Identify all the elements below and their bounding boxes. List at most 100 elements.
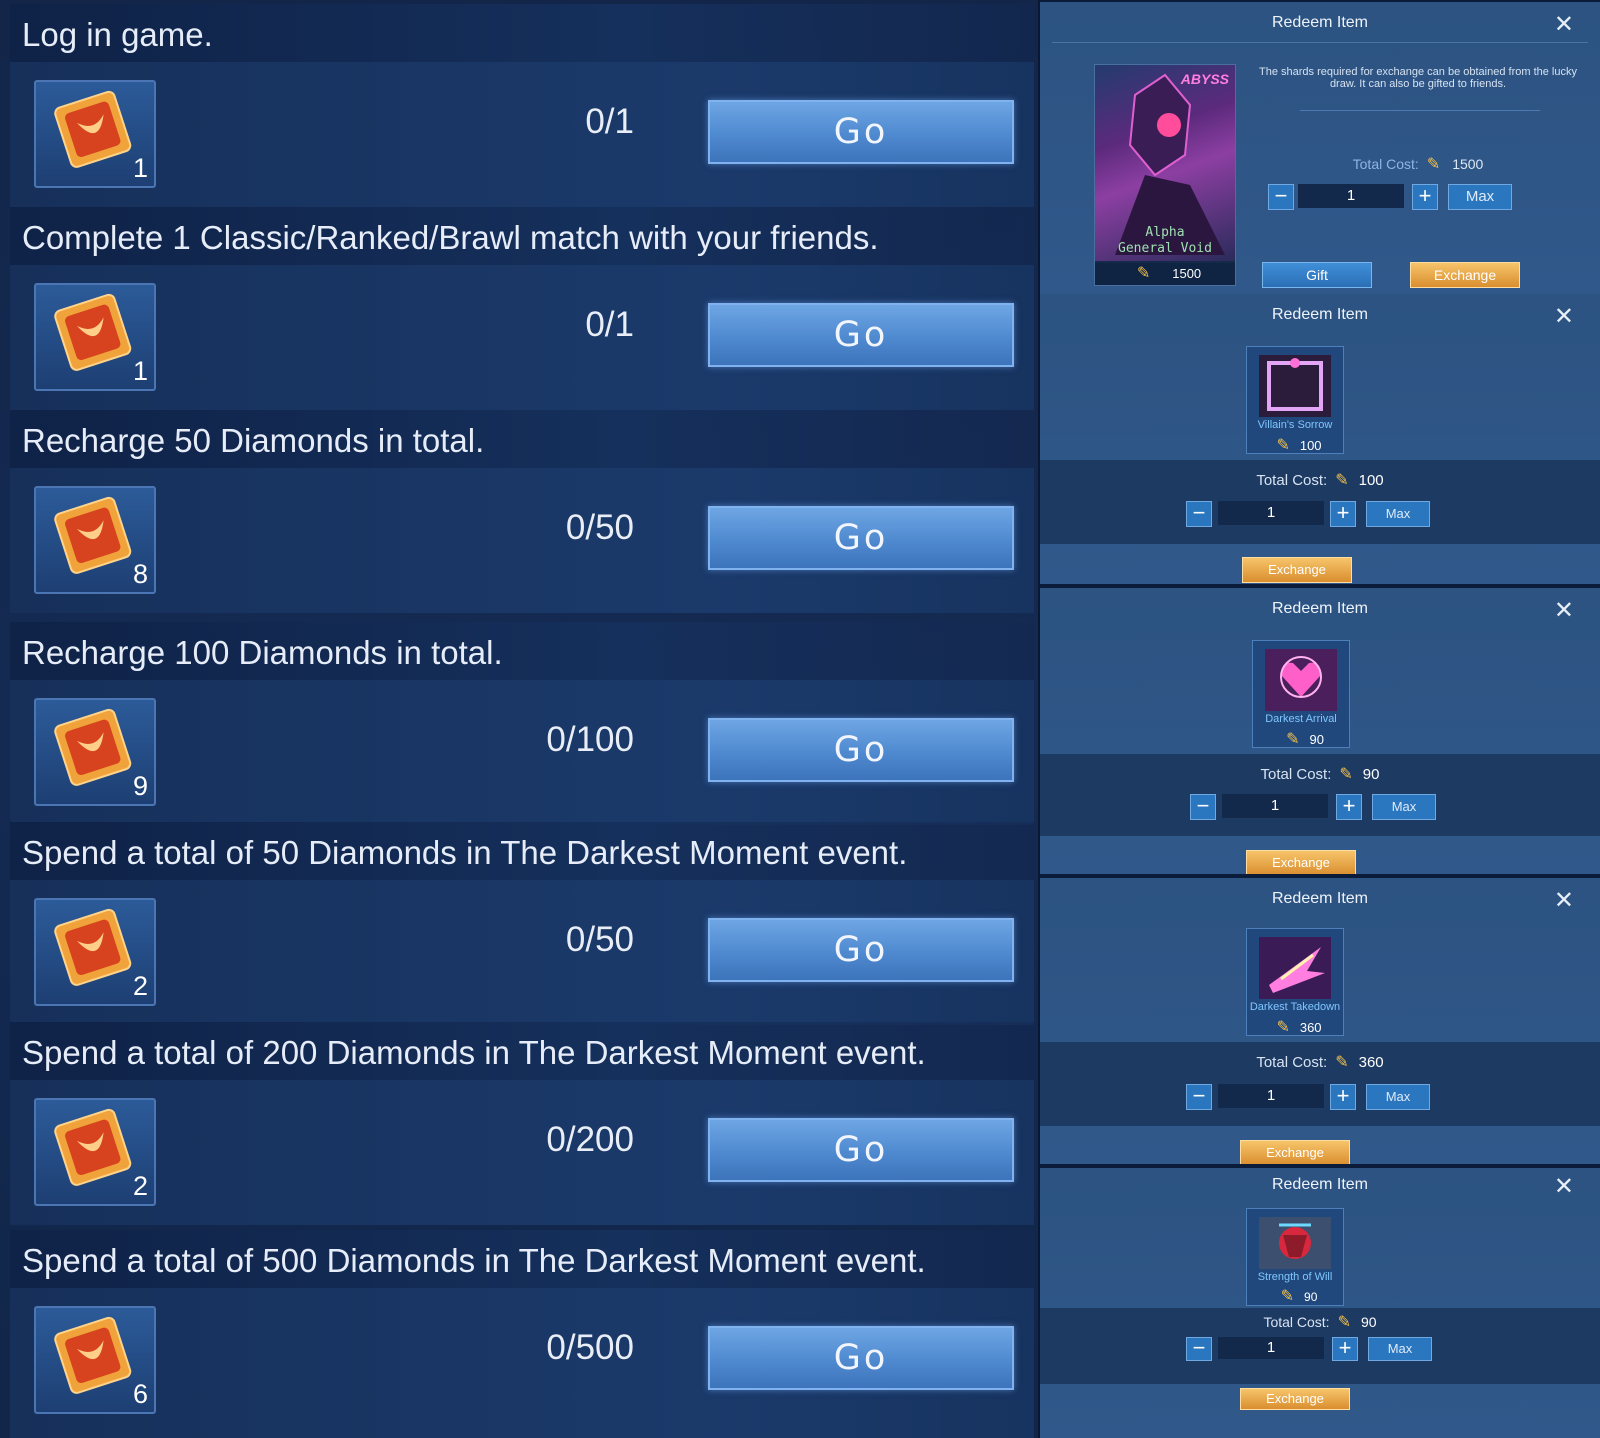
max-button[interactable]: Max xyxy=(1448,184,1512,210)
exchange-button[interactable]: Exchange xyxy=(1246,850,1356,874)
item-name: Strength of Will xyxy=(1257,1271,1333,1283)
plus-button[interactable]: + xyxy=(1330,501,1356,527)
emote-art-icon xyxy=(1265,649,1337,711)
minus-button[interactable]: − xyxy=(1186,1337,1212,1361)
task-progress: 0/200 xyxy=(546,1120,634,1159)
total-cost: Total Cost: ✎ 360 xyxy=(1256,1054,1384,1071)
close-icon[interactable]: ✕ xyxy=(1554,10,1574,39)
panel-title: Redeem Item xyxy=(1271,14,1369,31)
close-icon[interactable]: ✕ xyxy=(1554,886,1574,915)
gift-button[interactable]: Gift xyxy=(1262,262,1372,288)
exchange-button[interactable]: Exchange xyxy=(1240,1140,1350,1164)
quantity-field[interactable]: 1 xyxy=(1218,1084,1324,1108)
go-button[interactable]: Go xyxy=(708,1118,1014,1182)
minus-button[interactable]: − xyxy=(1186,1084,1212,1110)
abyss-badge: ABYSS xyxy=(1180,71,1229,87)
close-icon[interactable]: ✕ xyxy=(1554,302,1574,331)
item-price: ✎ 90 xyxy=(1280,1288,1318,1305)
task-progress: 0/1 xyxy=(585,305,634,344)
exchange-button[interactable]: Exchange xyxy=(1240,1388,1350,1410)
total-cost: Total Cost: ✎ 1500 xyxy=(1352,156,1484,173)
avatar-frame-icon xyxy=(1259,355,1331,417)
feather-shard-icon: ✎ xyxy=(1335,1054,1349,1071)
plus-button[interactable]: + xyxy=(1330,1084,1356,1110)
exchange-button[interactable]: Exchange xyxy=(1242,557,1352,583)
item-card[interactable]: Darkest Arrival ✎ 90 xyxy=(1252,640,1350,748)
item-price: ✎ 100 xyxy=(1276,437,1322,454)
go-button[interactable]: Go xyxy=(708,303,1014,367)
item-name: Villain's Sorrow xyxy=(1257,419,1333,431)
task-list: Log in game. 1 0/1 Go Complete 1 Classic… xyxy=(0,0,1038,1438)
skin-card[interactable]: ABYSS Alpha General Void ✎ 1500 xyxy=(1094,64,1236,286)
item-card[interactable]: Villain's Sorrow ✎ 100 xyxy=(1246,346,1344,454)
task-progress: 0/500 xyxy=(546,1328,634,1367)
close-icon[interactable]: ✕ xyxy=(1554,596,1574,625)
task-title: Log in game. xyxy=(22,16,213,53)
plus-button[interactable]: + xyxy=(1412,184,1438,210)
panel-title: Redeem Item xyxy=(1271,1176,1369,1193)
reward-item[interactable]: 9 xyxy=(34,698,156,806)
reward-quantity: 8 xyxy=(132,559,148,589)
feather-shard-icon: ✎ xyxy=(1276,1019,1290,1036)
feather-shard-icon: ✎ xyxy=(1286,731,1300,748)
shard-ticket-icon xyxy=(54,293,132,371)
max-button[interactable]: Max xyxy=(1368,1337,1432,1361)
minus-button[interactable]: − xyxy=(1190,794,1216,820)
recall-effect-icon xyxy=(1259,1217,1331,1269)
exchange-button[interactable]: Exchange xyxy=(1410,262,1520,288)
feather-shard-icon: ✎ xyxy=(1426,156,1441,173)
shard-ticket-icon xyxy=(54,908,132,986)
go-button[interactable]: Go xyxy=(708,718,1014,782)
quantity-field[interactable]: 1 xyxy=(1222,794,1328,818)
reward-quantity: 2 xyxy=(132,1171,148,1201)
minus-button[interactable]: − xyxy=(1186,501,1212,527)
reward-item[interactable]: 1 xyxy=(34,283,156,391)
max-button[interactable]: Max xyxy=(1366,1084,1430,1110)
max-button[interactable]: Max xyxy=(1366,501,1430,527)
redeem-panel-skin: Redeem Item ✕ ABYSS Alpha General Void ✎… xyxy=(1040,2,1600,294)
item-name: Darkest Arrival xyxy=(1265,713,1337,725)
task-title: Complete 1 Classic/Ranked/Brawl match wi… xyxy=(22,219,879,256)
skin-price: ✎ 1500 xyxy=(1095,263,1235,285)
feather-shard-icon: ✎ xyxy=(1136,265,1151,282)
reward-item[interactable]: 6 xyxy=(34,1306,156,1414)
minus-button[interactable]: − xyxy=(1268,184,1294,210)
quantity-field[interactable]: 1 xyxy=(1218,501,1324,525)
item-card[interactable]: Darkest Takedown ✎ 360 xyxy=(1246,928,1344,1036)
reward-item[interactable]: 1 xyxy=(34,80,156,188)
item-card[interactable]: Strength of Will ✎ 90 xyxy=(1246,1208,1344,1306)
max-button[interactable]: Max xyxy=(1372,794,1436,820)
shard-ticket-icon xyxy=(54,708,132,786)
reward-quantity: 2 xyxy=(132,971,148,1001)
panel-title: Redeem Item xyxy=(1271,600,1369,617)
reward-item[interactable]: 8 xyxy=(34,486,156,594)
redeem-panels: Redeem Item ✕ ABYSS Alpha General Void ✎… xyxy=(1040,0,1600,1438)
go-button[interactable]: Go xyxy=(708,506,1014,570)
redeem-panel-item: Redeem Item ✕ Strength of Will ✎ 90 Total… xyxy=(1040,1168,1600,1438)
plus-button[interactable]: + xyxy=(1336,794,1362,820)
feather-shard-icon: ✎ xyxy=(1335,472,1349,489)
task-progress: 0/50 xyxy=(565,920,634,959)
go-button[interactable]: Go xyxy=(708,100,1014,164)
shard-ticket-icon xyxy=(54,496,132,574)
reward-item[interactable]: 2 xyxy=(34,898,156,1006)
close-icon[interactable]: ✕ xyxy=(1554,1172,1574,1201)
task-title: Recharge 100 Diamonds in total. xyxy=(22,634,503,671)
go-button[interactable]: Go xyxy=(708,1326,1014,1390)
task-progress: 0/1 xyxy=(585,102,634,141)
shard-ticket-icon xyxy=(54,1108,132,1186)
plus-button[interactable]: + xyxy=(1332,1337,1358,1361)
feather-shard-icon: ✎ xyxy=(1280,1288,1295,1305)
quantity-field[interactable]: 1 xyxy=(1298,184,1404,208)
reward-item[interactable]: 2 xyxy=(34,1098,156,1206)
task-title: Recharge 50 Diamonds in total. xyxy=(22,422,485,459)
feather-shard-icon: ✎ xyxy=(1337,1314,1351,1331)
task-title: Spend a total of 200 Diamonds in The Dar… xyxy=(22,1034,926,1071)
reward-quantity: 9 xyxy=(132,771,148,801)
quantity-field[interactable]: 1 xyxy=(1218,1337,1324,1359)
feather-shard-icon: ✎ xyxy=(1339,766,1353,783)
shard-ticket-icon xyxy=(54,90,132,168)
task-progress: 0/50 xyxy=(565,508,634,547)
go-button[interactable]: Go xyxy=(708,918,1014,982)
elimination-effect-icon xyxy=(1259,937,1331,999)
